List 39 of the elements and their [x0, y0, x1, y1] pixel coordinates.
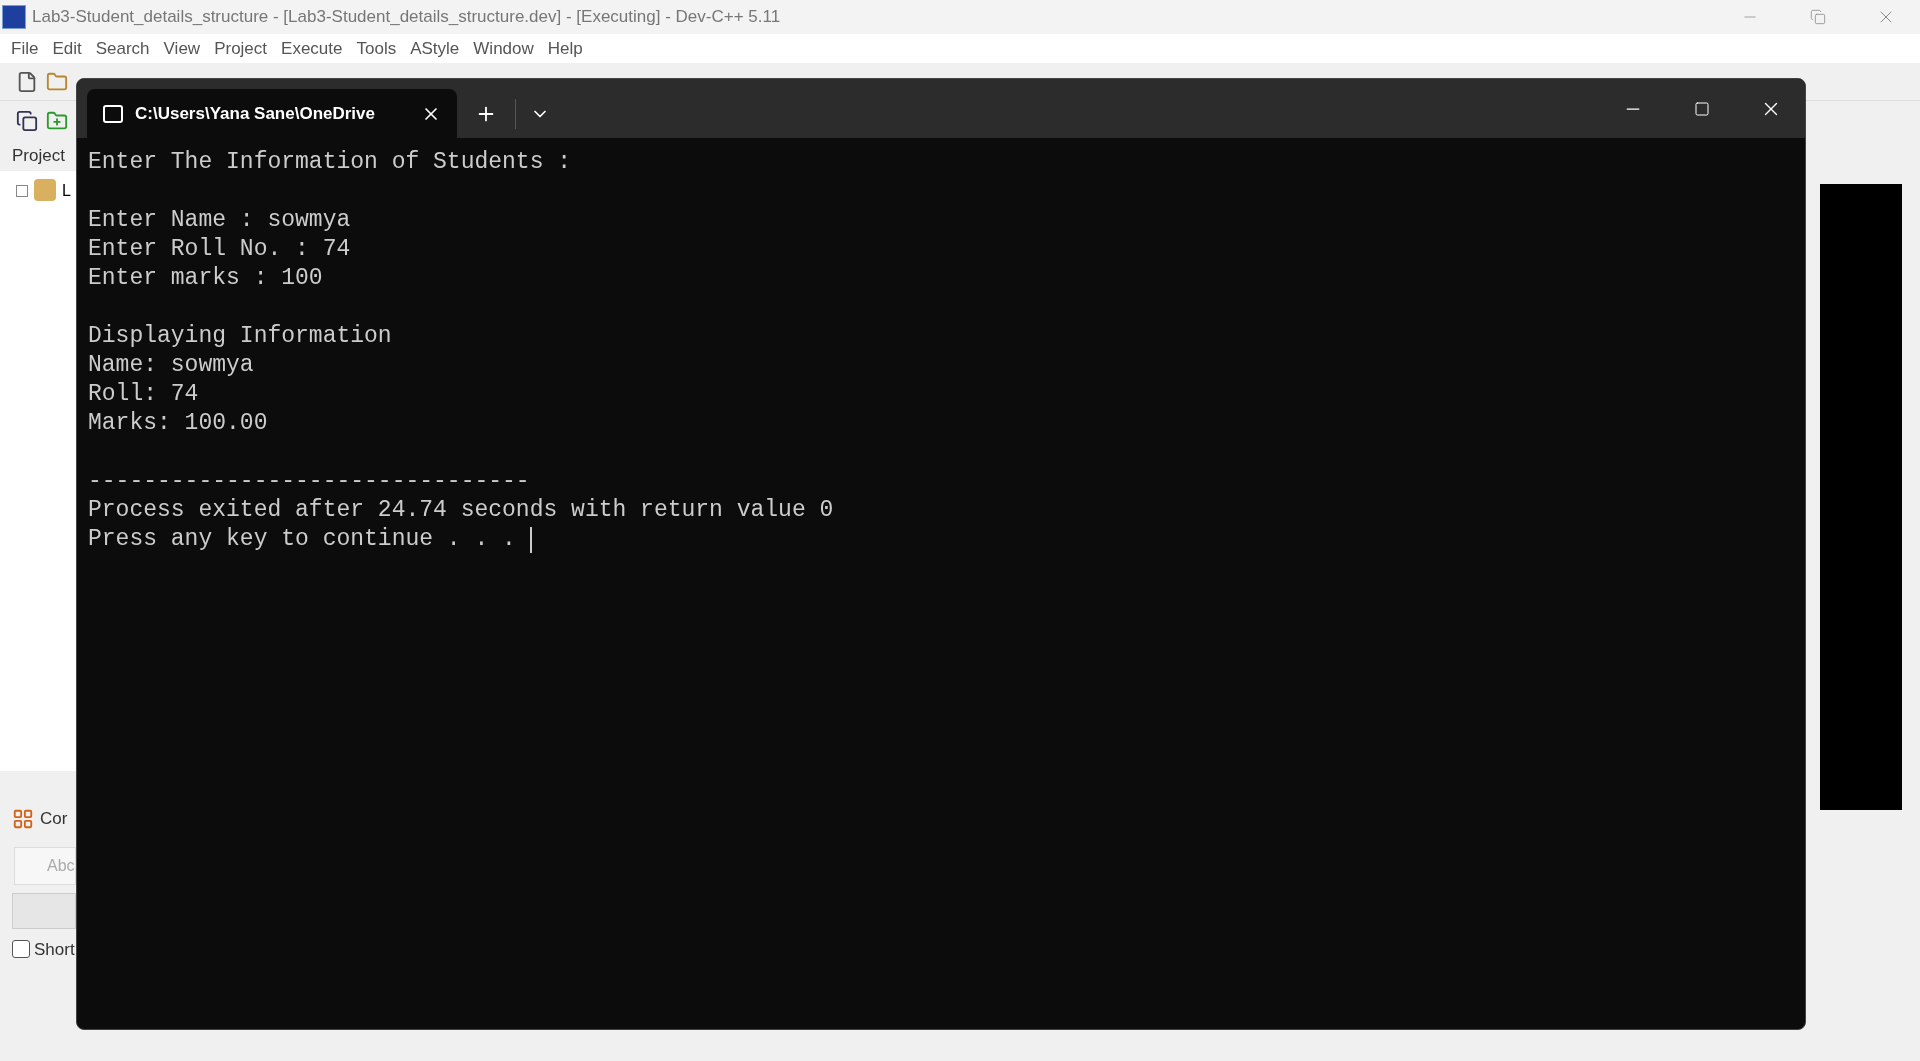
console-line: --------------------------------	[88, 467, 530, 496]
console-line: Enter marks : 100	[88, 264, 323, 293]
console-line: Enter Name : sowmya	[88, 206, 351, 235]
copy-icon[interactable]	[16, 110, 38, 132]
menu-item[interactable]: Execute	[274, 35, 350, 62]
menu-item[interactable]: AStyle	[403, 35, 467, 62]
menu-item[interactable]: Search	[88, 35, 157, 62]
new-file-icon[interactable]	[16, 70, 38, 93]
menu-item[interactable]: Project	[207, 35, 275, 62]
expand-icon[interactable]	[16, 184, 28, 197]
menu-item[interactable]: Help	[540, 35, 590, 62]
project-tab[interactable]: Project	[0, 141, 76, 171]
maximize-icon[interactable]	[1693, 100, 1710, 117]
tree-item[interactable]: L	[62, 178, 71, 203]
console-line: Roll: 74	[88, 380, 199, 409]
menu-item[interactable]: Tools	[349, 35, 404, 62]
menu-item[interactable]: Window	[466, 35, 541, 62]
checkbox[interactable]	[12, 940, 30, 959]
console-line: Displaying Information	[88, 322, 392, 351]
app-logo-icon	[2, 5, 26, 29]
bottom-tab[interactable]: Cor	[40, 805, 68, 832]
console-line: Process exited after 24.74 seconds with return value 0	[88, 496, 834, 525]
console-line: Press any key to continue . . .	[88, 525, 516, 554]
console-line: Enter Roll No. : 74	[88, 235, 351, 264]
menu-item[interactable]: File	[4, 35, 46, 62]
console-line: Enter The Information of Students :	[88, 148, 572, 177]
console-line: Name: sowmya	[88, 351, 254, 380]
input-field[interactable]	[12, 892, 76, 929]
grid-icon	[12, 807, 34, 830]
window-title: Lab3-Student_details_structure - [Lab3-Student_details_structure.dev] - [Executing] - Dev-C++ 5.11	[32, 6, 781, 29]
add-icon[interactable]	[46, 110, 68, 132]
tab-title: C:\Users\Yana Sane\OneDrive	[135, 102, 375, 125]
terminal-tab[interactable]: C:\Users\Yana Sane\OneDrive	[87, 89, 457, 138]
folder-icon[interactable]	[46, 70, 68, 93]
checkbox-label: Short	[34, 938, 75, 961]
menu-item[interactable]: View	[156, 35, 208, 62]
console-line: Marks: 100.00	[88, 409, 268, 438]
menu-item[interactable]: Edit	[45, 35, 89, 62]
terminal-icon	[103, 104, 123, 123]
